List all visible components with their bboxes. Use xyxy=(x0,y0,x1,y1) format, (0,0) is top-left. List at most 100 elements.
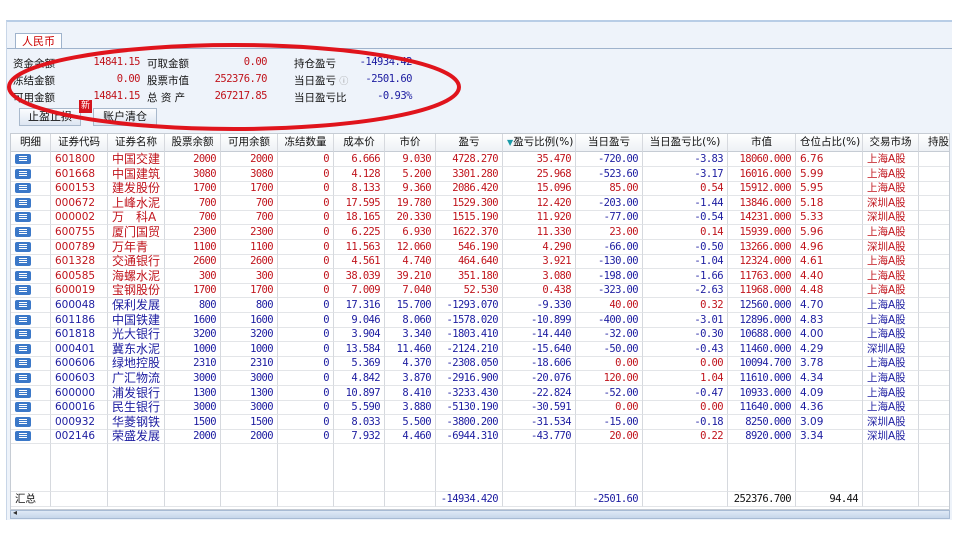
cell-frozen: 0 xyxy=(278,268,334,284)
table-row[interactable]: 600019 宝钢股份 1700 1700 0 7.009 7.040 52.530 0.438… xyxy=(11,283,949,299)
header-cost[interactable]: 成本价 xyxy=(334,134,385,152)
header-market-value[interactable]: 市值 xyxy=(728,134,796,152)
table-row[interactable]: 000932 华菱钢铁 1500 1500 0 8.033 5.500 -3800.200 -3… xyxy=(11,414,949,430)
table-row[interactable]: 600606 绿地控股 2310 2310 0 5.369 4.370 -2308.050 -1… xyxy=(11,356,949,372)
cell-position-pct: 4.96 xyxy=(796,239,863,255)
detail-list-icon[interactable] xyxy=(15,212,31,223)
table-row[interactable]: 600603 广汇物流 3000 3000 0 4.842 3.870 -2916.900 -2… xyxy=(11,371,949,386)
header-name[interactable]: 证券名称 xyxy=(108,134,165,152)
detail-list-icon[interactable] xyxy=(15,183,31,194)
header-pnl[interactable]: 盈亏 xyxy=(436,134,503,152)
header-detail[interactable]: 明细 xyxy=(11,134,51,152)
table-row[interactable]: 000789 万年青 1100 1100 0 11.563 12.060 546.190 4.2… xyxy=(11,239,949,255)
table-row[interactable]: 002146 荣盛发展 2000 2000 0 7.932 4.460 -6944.310 -4… xyxy=(11,429,949,445)
detail-list-icon[interactable] xyxy=(15,154,31,164)
cell-detail[interactable] xyxy=(11,356,51,372)
cell-detail[interactable] xyxy=(11,254,51,270)
header-day-pnl[interactable]: 当日盈亏 xyxy=(576,134,643,152)
cell-market-value: 10688.000 xyxy=(728,327,796,343)
cell-day-pnl: 0.00 xyxy=(576,400,643,416)
cell-detail[interactable] xyxy=(11,181,51,197)
header-price[interactable]: 市价 xyxy=(385,134,436,152)
table-row[interactable]: 601328 交通银行 2600 2600 0 4.561 4.740 464.640 3.92… xyxy=(11,254,949,270)
table-row[interactable]: 601186 中国铁建 1600 1600 0 9.046 8.060 -1578.020 -1… xyxy=(11,312,949,328)
table-row[interactable]: 000401 冀东水泥 1000 1000 0 13.584 11.460 -2124.210… xyxy=(11,341,949,357)
cell-detail[interactable] xyxy=(11,400,51,416)
table-row[interactable]: 600585 海螺水泥 300 300 0 38.039 39.210 351.180 3.08… xyxy=(11,268,949,284)
cell-detail[interactable] xyxy=(11,152,51,167)
detail-list-icon[interactable] xyxy=(15,343,31,354)
cell-market-value: 16016.000 xyxy=(728,166,796,182)
table-row[interactable]: 601818 光大银行 3200 3200 0 3.904 3.340 -1803.410 -1… xyxy=(11,327,949,343)
cell-day-pnl: -523.60 xyxy=(576,166,643,182)
detail-list-icon[interactable] xyxy=(15,241,31,252)
cell-detail[interactable] xyxy=(11,429,51,445)
cell-cost: 7.932 xyxy=(334,429,385,445)
cell-available: 1100 xyxy=(221,239,278,255)
header-label: 当日盈亏比(%) xyxy=(649,136,721,148)
cell-cost: 4.128 xyxy=(334,166,385,182)
cell-detail[interactable] xyxy=(11,371,51,386)
header-available[interactable]: 可用余额 xyxy=(221,134,278,152)
table-row[interactable]: 600153 建发股份 1700 1700 0 8.133 9.360 2086.420 15.… xyxy=(11,181,949,197)
header-stock-balance[interactable]: 股票余额 xyxy=(165,134,221,152)
header-position-pct[interactable]: 仓位占比(%) xyxy=(796,134,863,152)
cell-detail[interactable] xyxy=(11,298,51,313)
detail-list-icon[interactable] xyxy=(15,168,31,179)
cell-detail[interactable] xyxy=(11,225,51,240)
header-code[interactable]: 证券代码 xyxy=(51,134,108,152)
cell-stock-balance xyxy=(165,444,221,492)
cell-code: 600019 xyxy=(51,283,108,299)
detail-list-icon[interactable] xyxy=(15,270,31,281)
cell-detail[interactable] xyxy=(11,210,51,226)
cell-market-value: 13266.000 xyxy=(728,239,796,255)
cell-hold xyxy=(919,313,949,328)
detail-list-icon[interactable] xyxy=(15,358,31,369)
table-row[interactable]: 000672 上峰水泥 700 700 0 17.595 19.780 1529.300 12.… xyxy=(11,195,949,211)
horizontal-scrollbar[interactable]: ◂ xyxy=(10,508,950,519)
detail-list-icon[interactable] xyxy=(15,431,31,442)
cell-detail[interactable] xyxy=(11,166,51,182)
detail-list-icon[interactable] xyxy=(15,285,31,296)
cell-market: 上海A股 xyxy=(863,356,919,372)
detail-list-icon[interactable] xyxy=(15,416,31,427)
header-pnl-ratio[interactable]: ▼盈亏比例(%) xyxy=(503,134,576,152)
cell-market: 上海A股 xyxy=(863,181,919,197)
header-frozen[interactable]: 冻结数量 xyxy=(278,134,334,152)
table-row[interactable]: 600000 浦发银行 1300 1300 0 10.897 8.410 -3233.430-… xyxy=(11,385,949,401)
table-row[interactable]: 600016 民生银行 3000 3000 0 5.590 3.880 -5130.190 -3… xyxy=(11,400,949,416)
header-market[interactable]: 交易市场 xyxy=(863,134,919,152)
detail-list-icon[interactable] xyxy=(15,314,31,325)
cell-market-value: 11460.000 xyxy=(728,341,796,357)
cell-detail[interactable] xyxy=(11,327,51,343)
scroll-left-arrow-icon[interactable]: ◂ xyxy=(13,508,17,517)
table-row[interactable]: 000002 万 科A 700 700 0 18.165 20.330 1515.190 11.… xyxy=(11,210,949,226)
cell-detail[interactable] xyxy=(11,268,51,284)
detail-list-icon[interactable] xyxy=(15,373,31,383)
detail-list-icon[interactable] xyxy=(15,197,31,208)
detail-list-icon[interactable] xyxy=(15,256,31,267)
detail-list-icon[interactable] xyxy=(15,227,31,237)
cell-detail[interactable] xyxy=(11,312,51,328)
header-hold[interactable]: 持股 xyxy=(919,134,949,152)
cell-detail[interactable] xyxy=(11,341,51,357)
cell-available: 2600 xyxy=(221,254,278,270)
cell-detail[interactable] xyxy=(11,283,51,299)
table-row[interactable]: 601800 中国交建 2000 2000 0 6.666 9.030 4728.270 35.… xyxy=(11,152,949,167)
cell-cost: 3.904 xyxy=(334,327,385,343)
cell-detail[interactable] xyxy=(11,195,51,211)
table-row[interactable]: 600048 保利发展 800 800 0 17.316 15.700 -1293.070 -9… xyxy=(11,298,949,313)
detail-list-icon[interactable] xyxy=(15,387,31,398)
detail-list-icon[interactable] xyxy=(15,402,31,413)
cell-frozen: 0 xyxy=(278,225,334,240)
header-day-pnl-ratio[interactable]: 当日盈亏比(%) xyxy=(643,134,728,152)
detail-list-icon[interactable] xyxy=(15,300,31,310)
cell-detail[interactable] xyxy=(11,239,51,255)
cell-position-pct: 4.61 xyxy=(796,254,863,270)
table-header: 明细 证券代码 证券名称 股票余额 可用余额 冻结数量 成本价 市价 盈亏 ▼盈亏比例(%) 当日盈… xyxy=(11,134,949,152)
detail-list-icon[interactable] xyxy=(15,329,31,340)
cell-detail[interactable] xyxy=(11,414,51,430)
cell-detail[interactable] xyxy=(11,385,51,401)
table-row[interactable]: 600755 厦门国贸 2300 2300 0 6.225 6.930 1622.370 11.… xyxy=(11,225,949,240)
table-row[interactable]: 601668 中国建筑 3080 3080 0 4.128 5.200 3301.280 25.… xyxy=(11,166,949,182)
